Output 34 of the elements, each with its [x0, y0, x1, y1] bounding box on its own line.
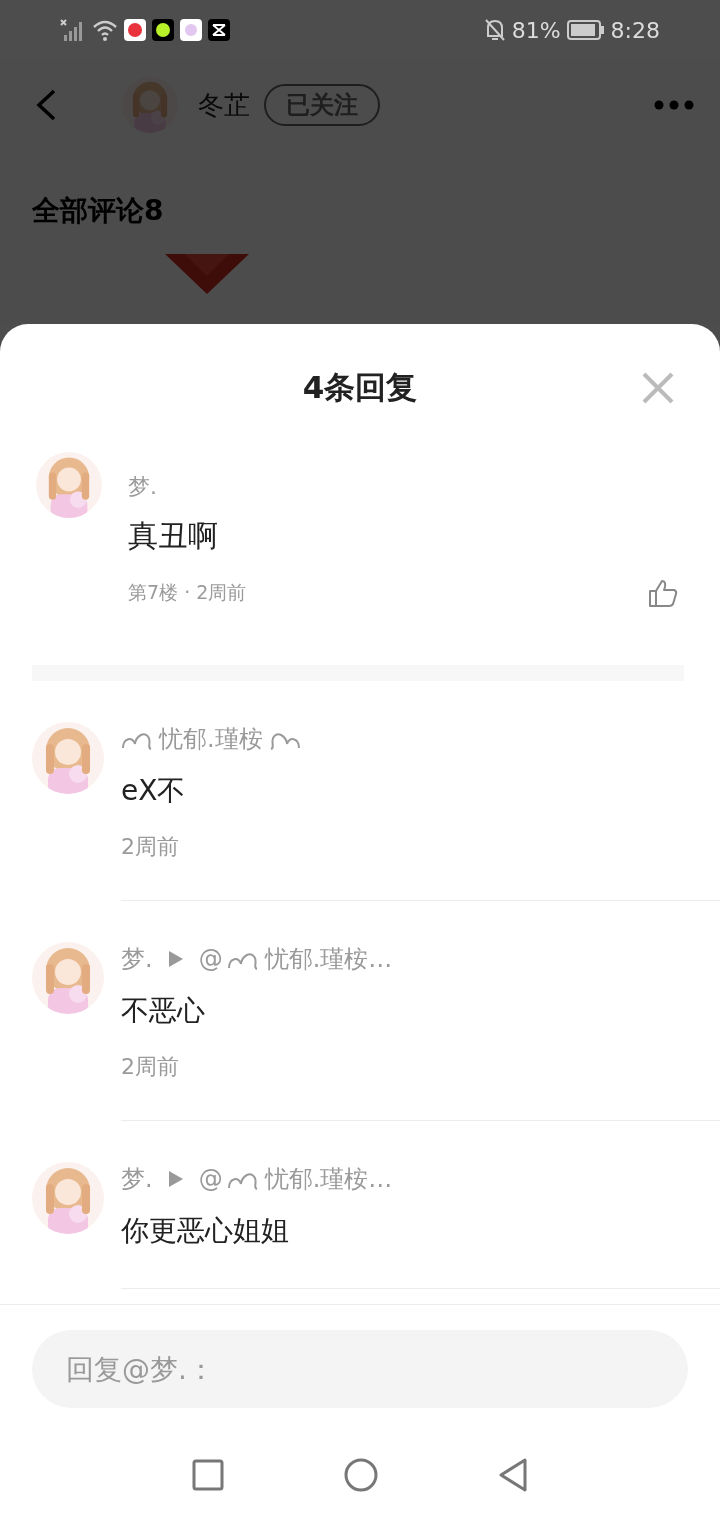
reply-target-name: 忧郁.瑾桉… [264, 944, 393, 975]
home-icon[interactable] [344, 1458, 378, 1492]
at-sign: @ [198, 945, 223, 973]
reply-input-field[interactable]: 回复@梦.： [32, 1330, 688, 1408]
comment-text: 真丑啊 [128, 517, 219, 555]
wifi-icon [92, 19, 118, 41]
section-title: 全部评论8 [31, 193, 165, 229]
app-icon [152, 19, 174, 41]
commenter-name: 梦. [121, 944, 153, 975]
play-arrow-icon [168, 951, 183, 967]
commenter-name: 梦. [128, 473, 158, 501]
clock: 8:28 [610, 17, 660, 43]
at-sign: @ [198, 1165, 223, 1193]
reply-time: 2周前 [121, 833, 180, 861]
thumbs-up-icon[interactable] [648, 579, 678, 607]
sheet-title: 4条回复 [302, 368, 418, 407]
battery-icon [566, 19, 605, 41]
comment-meta: 第7楼 · 2周前 [128, 580, 247, 605]
battery-percent: 81% [511, 17, 561, 43]
reply-text: 你更恶心姐姐 [121, 1213, 290, 1249]
app-icon [124, 19, 146, 41]
app-icon [208, 19, 230, 41]
recents-icon[interactable] [192, 1459, 224, 1491]
reply-target-name: 忧郁.瑾桉… [264, 1164, 393, 1195]
close-button[interactable] [640, 370, 676, 406]
commenter-name: 忧郁.瑾桉 [159, 724, 263, 755]
reply-text: eX不 [121, 773, 187, 809]
back-icon[interactable] [498, 1458, 528, 1492]
bell-off-icon [483, 18, 506, 42]
commenter-name: 梦. [121, 1164, 153, 1195]
reply-time: 2周前 [121, 1053, 180, 1081]
reply-text: 不恶心 [121, 993, 206, 1029]
app-icon [180, 19, 202, 41]
play-arrow-icon [168, 1171, 183, 1187]
